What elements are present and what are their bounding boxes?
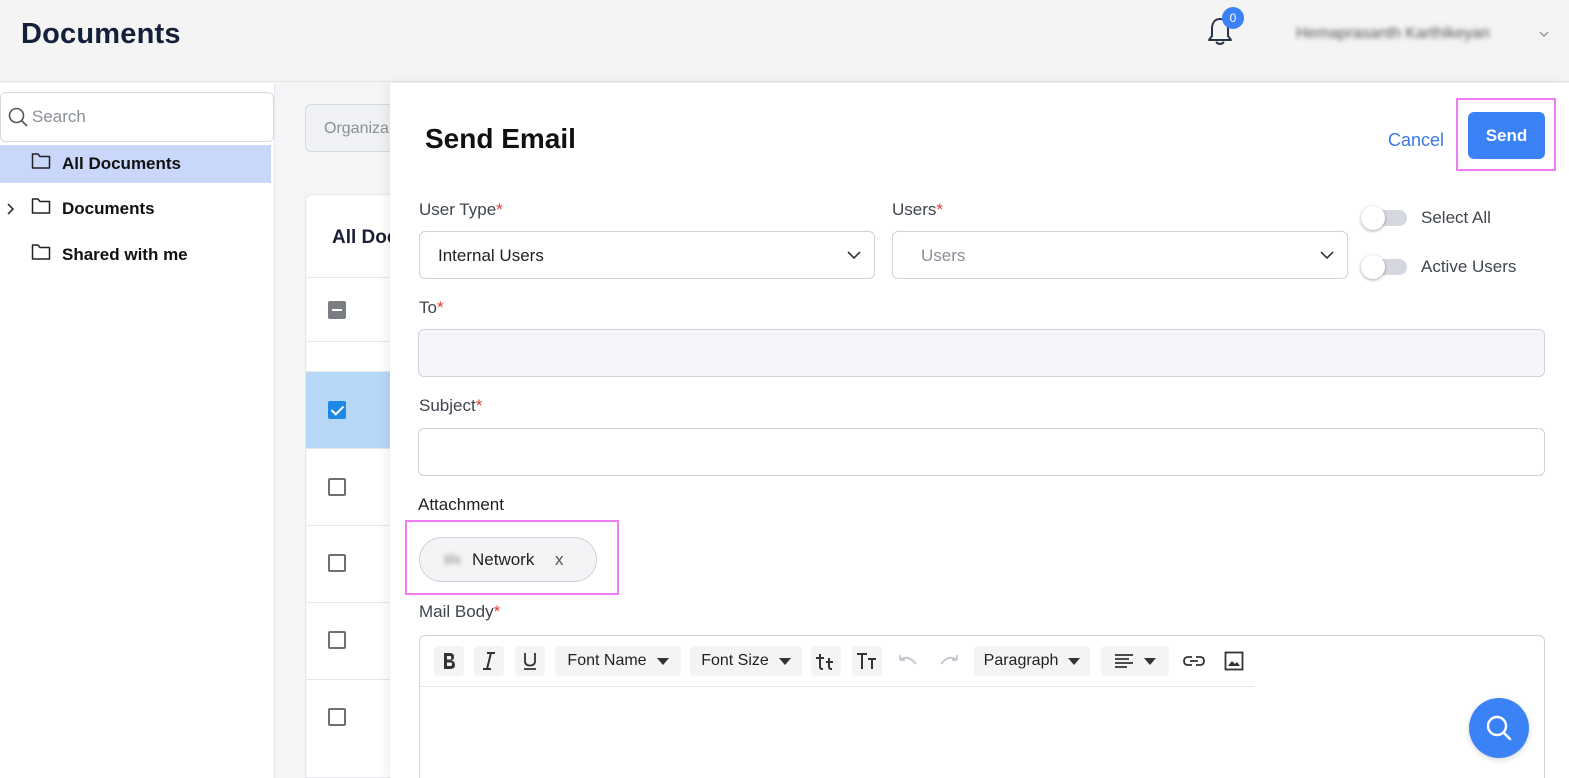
user-type-select[interactable]: Internal Users [419,231,875,279]
attachment-label: Attachment [418,495,504,514]
mail-body-editor[interactable]: Font Name Font Size Paragraph [419,635,1545,778]
row-checkbox[interactable] [328,478,346,496]
row-checkbox[interactable] [328,401,346,419]
uppercase-button[interactable] [852,646,882,676]
align-left-icon [1115,654,1133,668]
undo-icon [899,655,917,665]
attachment-prefix: tils [444,551,462,567]
select-all-toggle[interactable] [1361,206,1407,230]
font-size-label: Font Size [701,652,769,669]
lowercase-icon [816,654,833,670]
sidebar-item-documents[interactable]: Documents [0,190,271,228]
attachment-name: Network [472,550,535,569]
active-users-toggle[interactable] [1361,255,1407,279]
card-title: All Doc [332,227,398,248]
search-input[interactable] [32,105,262,129]
image-icon [1224,651,1244,671]
underline-icon [524,653,536,670]
remove-attachment-button[interactable]: x [555,550,564,570]
caret-down-icon [656,657,669,665]
chevron-right-icon[interactable] [5,202,17,216]
mail-body-label: Mail Body* [419,602,501,621]
users-label: Users* [892,200,944,219]
sidebar-item-all-documents[interactable]: All Documents [0,145,271,183]
paragraph-label: Paragraph [983,652,1059,669]
paragraph-dropdown[interactable]: Paragraph [974,646,1090,676]
select-all-label: Select All [1421,208,1491,227]
undo-button[interactable] [893,646,923,676]
insert-image-button[interactable] [1219,646,1249,676]
search-icon [1486,715,1512,741]
floating-search-button[interactable] [1469,698,1529,758]
redo-button[interactable] [934,646,964,676]
sidebar-item-label: Shared with me [62,245,188,264]
search-icon [8,107,28,127]
italic-icon [483,652,495,670]
align-dropdown[interactable] [1101,646,1169,676]
send-button[interactable]: Send [1468,112,1545,159]
attachment-chip[interactable]: tils Network x [419,537,597,582]
active-users-toggle-row: Active Users [1361,255,1517,279]
user-type-label: User Type* [419,200,503,219]
active-users-label: Active Users [1421,257,1517,276]
folder-icon [31,198,51,214]
caret-down-icon [1144,657,1156,665]
caret-down-icon [1068,657,1081,665]
underline-button[interactable] [515,646,545,676]
top-bar: Documents 0 Hemaprasanth Karthikeyan [0,0,1569,82]
row-checkbox[interactable] [328,631,346,649]
bold-button[interactable] [434,646,464,676]
redo-icon [940,655,958,665]
drawer-title: Send Email [425,123,576,154]
row-checkbox[interactable] [328,708,346,726]
organization-placeholder: Organiza [324,120,389,137]
font-name-dropdown[interactable]: Font Name [555,646,681,676]
cancel-button[interactable]: Cancel [1388,130,1444,151]
font-name-label: Font Name [567,652,647,669]
caret-down-icon [778,657,791,665]
page-title: Documents [21,18,181,50]
chevron-down-icon [847,251,861,260]
to-field[interactable] [418,329,1545,377]
folder-icon [31,153,51,169]
uppercase-icon [857,653,876,669]
subject-field[interactable] [418,428,1545,476]
lowercase-button[interactable] [811,646,841,676]
user-type-value: Internal Users [438,246,544,265]
folder-icon [31,244,51,260]
select-all-checkbox[interactable] [328,301,346,319]
chevron-down-icon[interactable] [1538,28,1550,40]
users-select[interactable]: Users [892,231,1348,279]
row-checkbox[interactable] [328,554,346,572]
sidebar-item-shared-with-me[interactable]: Shared with me [0,236,271,274]
insert-link-button[interactable] [1179,646,1209,676]
notification-badge: 0 [1222,7,1244,29]
user-name[interactable]: Hemaprasanth Karthikeyan [1296,25,1490,43]
italic-button[interactable] [474,646,504,676]
subject-label: Subject* [419,396,483,415]
send-email-drawer: Send Email Cancel Send User Type* Intern… [390,83,1569,778]
select-all-toggle-row: Select All [1361,206,1491,230]
bold-icon [444,653,455,669]
editor-toolbar: Font Name Font Size Paragraph [420,636,1254,687]
sidebar-item-label: Documents [62,199,155,218]
link-icon [1183,656,1205,666]
sidebar: All Documents Documents Shared with me [0,83,275,778]
font-size-dropdown[interactable]: Font Size [690,646,802,676]
users-placeholder: Users [921,246,966,265]
to-label: To* [419,298,444,317]
search-box[interactable] [0,92,274,142]
sidebar-item-label: All Documents [62,154,182,173]
chevron-down-icon [1320,251,1334,260]
